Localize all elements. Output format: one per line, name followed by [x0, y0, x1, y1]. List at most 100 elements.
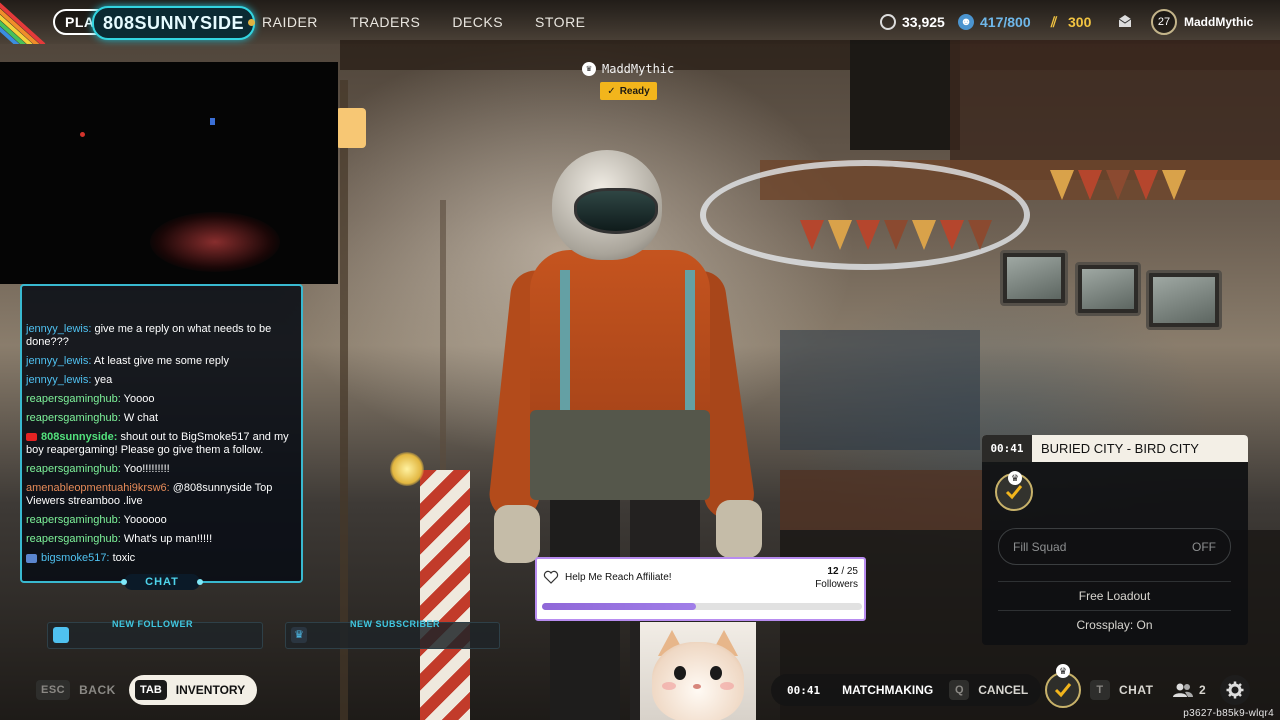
coin-icon	[880, 14, 896, 30]
chat-label: CHAT	[1119, 683, 1154, 697]
mail-icon[interactable]	[1118, 14, 1132, 28]
check-icon: ✓	[607, 85, 616, 97]
chat-username[interactable]: jennyy_lewis:	[26, 355, 91, 367]
player-nameplate: ♛ MaddMythic	[582, 62, 674, 76]
nav-raider[interactable]: RAIDER	[262, 14, 318, 30]
rainbow-stripe-decoration	[0, 0, 46, 44]
chat-message: 808sunnyside: shout out to BigSmoke517 a…	[26, 431, 300, 457]
fill-squad-label: Fill Squad	[1013, 539, 1067, 554]
chat-username[interactable]: reapersgaminghub:	[26, 412, 121, 424]
goal-count: 12 / 25 Followers	[815, 565, 858, 591]
chat-text: Yoooooo	[123, 514, 167, 526]
new-subscriber-label: NEW SUBSCRIBER	[350, 619, 441, 629]
chat-message: reapersgaminghub: Yoooooo	[26, 514, 300, 527]
session-id: p3627-b85k9-wlqr4	[1183, 708, 1274, 719]
chat-text: Yoooo	[123, 393, 155, 405]
party-button[interactable]: 2	[1172, 674, 1206, 706]
ready-status-badge: ✓ Ready	[600, 82, 657, 100]
streamer-webcam	[0, 62, 338, 284]
chat-message: reapersgaminghub: Yoooo	[26, 393, 300, 406]
squad-header: 00:41 BURIED CITY - BIRD CITY	[982, 435, 1248, 462]
settings-button[interactable]	[1220, 675, 1250, 705]
cancel-button[interactable]: Q CANCEL	[949, 680, 1028, 700]
chat-message: amenableopmentuahi9krsw6: @808sunnyside …	[26, 482, 300, 508]
ready-status-label: Ready	[619, 85, 650, 97]
coins-value: 33,925	[902, 14, 945, 30]
tab-key: TAB	[135, 680, 167, 700]
q-key: Q	[949, 680, 970, 700]
free-loadout-option[interactable]: Free Loadout	[998, 581, 1231, 609]
squad-timer: 00:41	[982, 435, 1032, 462]
fill-squad-toggle[interactable]: Fill Squad OFF	[998, 528, 1231, 565]
raider-tokens-balance: ☻ 417/800	[958, 0, 1031, 44]
chat-message: jennyy_lewis: yea	[26, 374, 300, 387]
username[interactable]: MaddMythic	[1184, 0, 1253, 44]
chat-message: reapersgaminghub: W chat	[26, 412, 300, 425]
check-icon	[1054, 683, 1072, 698]
chat-text: yea	[94, 374, 113, 386]
back-button[interactable]: ESC BACK	[36, 674, 116, 706]
matchmaking-label: MATCHMAKING	[842, 683, 934, 697]
raider-token-icon: ☻	[958, 14, 974, 30]
cred-balance: ⫽ 300	[1046, 0, 1091, 44]
chat-username[interactable]: reapersgaminghub:	[26, 463, 121, 475]
gear-icon	[1226, 681, 1244, 699]
squad-panel: 00:41 BURIED CITY - BIRD CITY ♛ Fill Squ…	[982, 435, 1248, 645]
chat-username[interactable]: jennyy_lewis:	[26, 323, 91, 335]
chat-text: W chat	[123, 412, 159, 424]
cred-value: 300	[1068, 14, 1092, 30]
cred-icon: ⫽	[1050, 13, 1058, 30]
party-count: 2	[1199, 683, 1207, 697]
fill-squad-value: OFF	[1192, 539, 1216, 554]
chat-message: jennyy_lewis: At least give me some repl…	[26, 355, 300, 368]
coins-balance: 33,925	[880, 0, 945, 44]
goal-unit: Followers	[815, 579, 858, 590]
chat-text: What's up man!!!!!	[123, 533, 213, 545]
nav-decks[interactable]: DECKS	[452, 14, 503, 30]
crown-icon: ♛	[582, 62, 596, 76]
back-label: BACK	[79, 683, 116, 697]
subscriber-crown-icon: ♛	[291, 627, 307, 643]
raider-tokens-value: 417/800	[980, 14, 1031, 30]
chat-button[interactable]: T CHAT	[1090, 674, 1153, 706]
chat-message: reapersgaminghub: Yoo!!!!!!!!!	[26, 463, 300, 476]
stream-chat-box: jennyy_lewis: give me a reply on what ne…	[20, 284, 303, 583]
chat-username[interactable]: bigsmoke517:	[41, 552, 110, 564]
player-level-badge[interactable]: 27	[1151, 9, 1177, 35]
chat-username[interactable]: reapersgaminghub:	[26, 533, 121, 545]
chat-username[interactable]: reapersgaminghub:	[26, 393, 121, 405]
chat-message: reapersgaminghub: What's up man!!!!!	[26, 533, 300, 546]
nav-traders[interactable]: TRADERS	[350, 14, 420, 30]
platform-icon	[26, 553, 37, 563]
cancel-label: CANCEL	[978, 683, 1029, 697]
main-nav: RAIDER TRADERS DECKS STORE	[248, 0, 618, 44]
squad-leader-crown-icon: ♛	[1008, 471, 1022, 485]
nav-store[interactable]: STORE	[535, 14, 585, 30]
chat-username[interactable]: amenableopmentuahi9krsw6:	[26, 482, 170, 494]
goal-progress-bar	[542, 603, 862, 610]
matchmaking-bar: 00:41 MATCHMAKING Q CANCEL	[771, 674, 1041, 706]
new-follower-label: NEW FOLLOWER	[112, 619, 193, 629]
chat-username[interactable]: 808sunnyside:	[41, 431, 117, 443]
goal-current: 12	[827, 566, 839, 577]
match-timer: 00:41	[787, 683, 821, 697]
map-name: BURIED CITY - BIRD CITY	[1041, 441, 1199, 456]
chat-text: Yoo!!!!!!!!!	[123, 463, 170, 475]
esc-key: ESC	[36, 680, 71, 700]
chat-text: toxic	[112, 552, 136, 564]
cat-camera-overlay	[640, 622, 756, 720]
goal-target: / 25	[841, 566, 858, 577]
affiliate-goal-widget: Help Me Reach Affiliate! 12 / 25 Followe…	[535, 557, 866, 621]
inventory-label: INVENTORY	[175, 683, 246, 697]
inventory-button[interactable]: TAB INVENTORY	[129, 675, 257, 705]
hands-heart-icon	[543, 570, 559, 584]
chat-username[interactable]: jennyy_lewis:	[26, 374, 91, 386]
streamer-name-badge: 808SUNNYSIDE	[92, 6, 256, 40]
chat-username[interactable]: reapersgaminghub:	[26, 514, 121, 526]
t-key: T	[1090, 680, 1110, 700]
goal-progress-fill	[542, 603, 696, 610]
notification-dot-icon	[248, 18, 255, 26]
player-nameplate-name: MaddMythic	[602, 62, 675, 76]
crossplay-option[interactable]: Crossplay: On	[998, 610, 1231, 638]
chat-message: jennyy_lewis: give me a reply on what ne…	[26, 323, 300, 349]
